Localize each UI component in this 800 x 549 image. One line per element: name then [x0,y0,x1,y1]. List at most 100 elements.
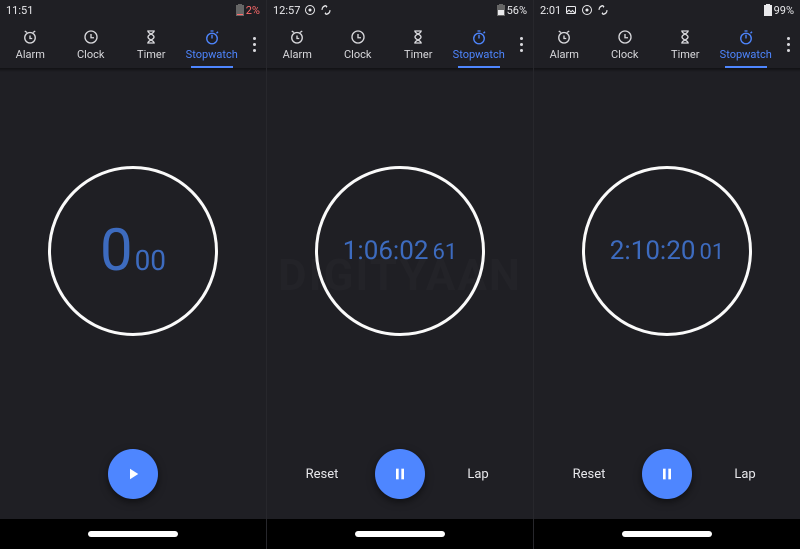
stopwatch-seconds: 2:10:20 [610,238,696,264]
battery-icon [497,4,505,16]
tab-alarm[interactable]: Alarm [0,20,61,68]
tab-stopwatch[interactable]: Stopwatch [182,20,243,68]
tab-stopwatch[interactable]: Stopwatch [716,20,777,68]
more-vert-icon [520,35,523,53]
battery-indicator: 99% [764,4,794,17]
overflow-menu[interactable] [776,20,800,68]
alarm-icon [555,28,573,46]
stopwatch-icon [737,28,755,46]
stopwatch-main: 2:10:20 01 [534,72,800,429]
battery-pct: 2% [246,4,260,17]
tab-timer[interactable]: Timer [121,20,182,68]
stopwatch-hundredths: 01 [699,242,724,264]
reset-button[interactable]: Reset [564,467,614,482]
stopwatch-seconds: 0 [100,222,133,280]
tab-timer-label: Timer [671,48,699,61]
screen-1: 11:51 2% Alarm Clock Timer [0,0,266,549]
stopwatch-time: 0 00 [100,222,166,280]
stopwatch-time: 1:06:02 61 [343,238,457,264]
home-pill[interactable] [88,531,178,537]
android-navbar [534,519,800,549]
android-navbar [0,519,266,549]
reset-button[interactable]: Reset [297,467,347,482]
stopwatch-ring: 0 00 [48,166,218,336]
tab-timer-label: Timer [404,48,432,61]
battery-icon [764,4,772,16]
clock-icon [349,28,367,46]
pause-icon [392,466,408,482]
status-bar: 2:01 99% [534,0,800,20]
tab-bar: Alarm Clock Timer Stopwatch [267,20,533,68]
tab-timer[interactable]: Timer [388,20,449,68]
tab-alarm-label: Alarm [283,48,312,61]
sync-icon [597,4,609,16]
overflow-menu[interactable] [509,20,533,68]
tab-clock[interactable]: Clock [328,20,389,68]
pause-button[interactable] [642,449,692,499]
stopwatch-hundredths: 00 [135,247,166,275]
camera-icon [304,4,316,16]
battery-pct: 56% [507,4,527,17]
camera-icon [581,4,593,16]
stopwatch-seconds: 1:06:02 [343,238,429,264]
tab-clock-label: Clock [611,48,638,61]
tab-clock[interactable]: Clock [61,20,122,68]
status-bar: 12:57 56% [267,0,533,20]
controls [0,429,266,519]
clock-icon [82,28,100,46]
stopwatch-hundredths: 61 [432,242,457,264]
stopwatch-ring: 1:06:02 61 [315,166,485,336]
tab-stopwatch-label: Stopwatch [453,48,505,61]
tab-clock-label: Clock [344,48,371,61]
battery-indicator: 56% [497,4,527,17]
hourglass-icon [676,28,694,46]
stopwatch-ring: 2:10:20 01 [582,166,752,336]
android-navbar [267,519,533,549]
play-button[interactable] [108,449,158,499]
pause-icon [659,466,675,482]
status-bar: 11:51 2% [0,0,266,20]
more-vert-icon [253,35,256,53]
status-time: 12:57 [273,4,300,17]
overflow-menu[interactable] [242,20,266,68]
alarm-icon [288,28,306,46]
tab-stopwatch[interactable]: Stopwatch [449,20,510,68]
tab-alarm-label: Alarm [550,48,579,61]
stopwatch-main: 1:06:02 61 [267,72,533,429]
stopwatch-icon [470,28,488,46]
tab-bar: Alarm Clock Timer Stopwatch [0,20,266,68]
battery-pct: 99% [774,4,794,17]
lap-button[interactable]: Lap [720,467,770,482]
tab-alarm[interactable]: Alarm [534,20,595,68]
tab-alarm[interactable]: Alarm [267,20,328,68]
stopwatch-time: 2:10:20 01 [610,238,724,264]
battery-indicator: 2% [236,4,260,17]
stopwatch-main: 0 00 [0,72,266,429]
home-pill[interactable] [622,531,712,537]
hourglass-icon [409,28,427,46]
screen-2: DIGITYAAN 12:57 56% Alarm Clock [266,0,533,549]
more-vert-icon [787,35,790,53]
status-time: 11:51 [6,4,33,17]
tab-timer[interactable]: Timer [655,20,716,68]
pause-button[interactable] [375,449,425,499]
tab-clock-label: Clock [77,48,104,61]
tab-bar: Alarm Clock Timer Stopwatch [534,20,800,68]
tab-stopwatch-label: Stopwatch [720,48,772,61]
tab-timer-label: Timer [137,48,165,61]
battery-icon [236,4,244,16]
lap-button[interactable]: Lap [453,467,503,482]
hourglass-icon [142,28,160,46]
sync-icon [320,4,332,16]
alarm-icon [21,28,39,46]
controls: Reset Lap [534,429,800,519]
clock-icon [616,28,634,46]
screen-3: 2:01 99% Alarm Clock [533,0,800,549]
tab-clock[interactable]: Clock [595,20,656,68]
gallery-icon [565,4,577,16]
home-pill[interactable] [355,531,445,537]
play-icon [124,465,142,483]
controls: Reset Lap [267,429,533,519]
tab-stopwatch-label: Stopwatch [186,48,238,61]
tab-alarm-label: Alarm [16,48,45,61]
